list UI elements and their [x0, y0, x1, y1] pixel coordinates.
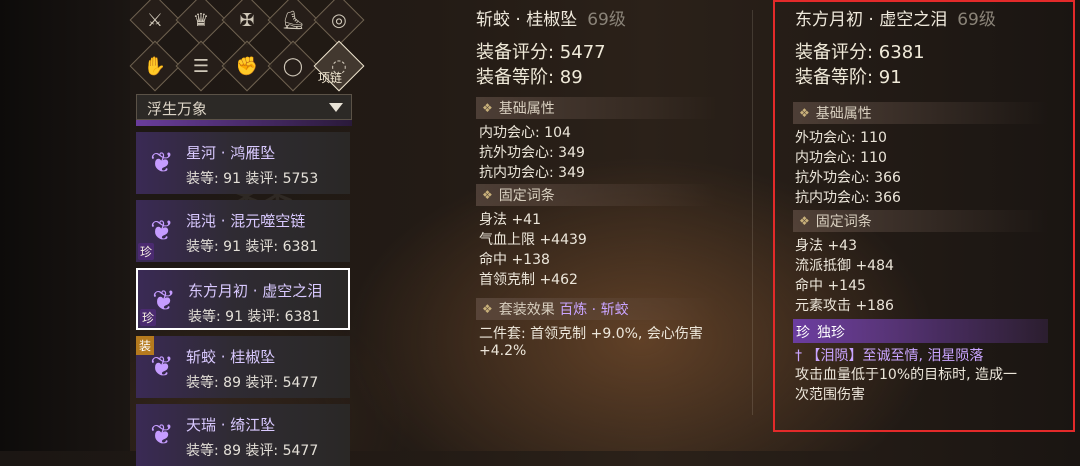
fixed-attr-header: ❖ 固定词条 [793, 210, 1048, 232]
equip-slot[interactable]: ♛ [175, 0, 227, 46]
middle-item-title: 斩蛟 · 桂椒坠 69级 [476, 5, 626, 30]
section-label: 固定词条 [815, 214, 872, 230]
fixed-stat: 身法 +41 [479, 212, 541, 228]
equip-slot[interactable]: ☰ [175, 40, 227, 92]
equip-score: 装备评分: 6381 [795, 42, 925, 63]
rare-badge: 珍 [796, 325, 810, 341]
dagger-icon: † [795, 348, 807, 364]
diamond-icon: ❖ [799, 106, 810, 120]
item-name: 东方月初 · 虚空之泪 [188, 282, 323, 300]
fixed-stat: 气血上限 +4439 [479, 232, 587, 248]
fixed-stat: 命中 +138 [479, 252, 550, 268]
item-name: 东方月初 · 虚空之泪 [795, 10, 948, 30]
base-stat: 内功会心: 104 [479, 125, 571, 141]
fixed-stat: 元素攻击 +186 [795, 298, 894, 314]
item-name: 斩蛟 · 桂椒坠 [186, 348, 276, 366]
item-name: 混沌 · 混元噬空链 [186, 212, 306, 230]
list-item[interactable]: ❦ 斩蛟 · 桂椒坠 装等: 89 装评: 5477 装 [136, 336, 350, 398]
unique-desc-line: 次范围伤害 [795, 387, 865, 403]
unique-effect-name: 【泪陨】至诚至情, 泪星陨落 [806, 348, 984, 364]
rare-badge: 珍 [138, 243, 155, 260]
equip-slot[interactable]: ◯ [267, 40, 319, 92]
item-name: 天瑞 · 绮江坠 [186, 416, 276, 434]
equipped-badge: 装 [136, 336, 155, 355]
active-slot-label: 项链 [318, 71, 343, 85]
item-stats: 装等: 91 装评: 6381 [186, 239, 319, 255]
unique-header: 珍 独珍 [793, 319, 1048, 343]
hat-icon: ♛ [192, 9, 210, 31]
base-stat: 抗内功会心: 349 [479, 165, 585, 181]
set-desc-line: 二件套: 首领克制 +9.0%, 会心伤害 [479, 326, 703, 342]
section-label: 套装效果 [498, 302, 555, 318]
base-stat: 抗内功会心: 366 [795, 190, 901, 206]
necklace-icon: ❦ [150, 417, 174, 451]
equip-slot[interactable]: ✊ [221, 40, 273, 92]
dropdown-value: 浮生万象 [147, 100, 208, 118]
right-item-title: 东方月初 · 虚空之泪 69级 [795, 5, 996, 30]
item-name: 斩蛟 · 桂椒坠 [476, 10, 578, 30]
left-backdrop [0, 0, 130, 451]
equip-score: 装备评分: 5477 [476, 42, 606, 63]
ring-icon: ◎ [331, 9, 347, 31]
item-level: 69级 [957, 10, 996, 30]
equip-slot[interactable]: ◎ [313, 0, 365, 46]
bracelet-icon: ◯ [282, 55, 304, 77]
item-stats: 装等: 91 装评: 6381 [188, 309, 321, 325]
diamond-icon: ❖ [482, 101, 493, 115]
equip-slot[interactable]: ✠ [221, 0, 273, 46]
armor-icon: ✠ [239, 9, 255, 31]
set-effect-header: ❖ 套装效果 百炼 · 斩蛟 [476, 298, 716, 320]
fixed-stat: 命中 +145 [795, 278, 866, 294]
equip-rank: 装备等阶: 89 [476, 67, 583, 88]
necklace-icon: ❦ [150, 145, 174, 179]
base-stat: 抗外功会心: 349 [479, 145, 585, 161]
section-label: 基础属性 [498, 101, 555, 117]
sword-icon: ⚔ [146, 9, 164, 31]
equip-slot[interactable]: ⚔ [129, 0, 181, 46]
list-item[interactable]: ❦ 星河 · 鸿雁坠装等: 91 装评: 5753 [136, 132, 350, 194]
list-item[interactable]: ❦ 混沌 · 混元噬空链 装等: 91 装评: 6381 珍 [136, 200, 350, 262]
unique-effect-title: † 【泪陨】至诚至情, 泪星陨落 [795, 345, 983, 365]
list-item[interactable]: ❦ 东方月初 · 虚空之泪 装等: 91 装评: 6381 珍 [136, 268, 350, 330]
boots-icon: ⛸ [281, 9, 305, 31]
panel-divider [752, 10, 753, 415]
list-item[interactable]: ❦ 天瑞 · 绮江坠装等: 89 装评: 5477 [136, 404, 350, 466]
base-stat: 抗外功会心: 366 [795, 170, 901, 186]
glove-icon: ✊ [235, 55, 259, 77]
base-attr-header: ❖ 基础属性 [476, 97, 716, 119]
rare-badge: 珍 [140, 309, 157, 326]
set-name: 百炼 · 斩蛟 [559, 302, 629, 318]
unique-desc-line: 攻击血量低于10%的目标时, 造成一 [795, 367, 1018, 383]
section-label: 基础属性 [815, 106, 872, 122]
diamond-icon: ❖ [482, 188, 493, 202]
set-filter-dropdown[interactable]: 浮生万象 [136, 94, 352, 120]
set-desc-line: +4.2% [479, 343, 527, 359]
fixed-stat: 首领克制 +462 [479, 272, 578, 288]
belt-icon: ☰ [192, 55, 210, 77]
fixed-attr-header: ❖ 固定词条 [476, 184, 716, 206]
item-level: 69级 [587, 10, 626, 30]
fixed-stat: 流派抵御 +484 [795, 258, 894, 274]
diamond-icon: ❖ [799, 214, 810, 228]
item-stats: 装等: 89 装评: 5477 [186, 443, 319, 459]
diamond-icon: ❖ [482, 302, 493, 316]
equip-slot[interactable]: ⛸ [267, 0, 319, 46]
item-stats: 装等: 91 装评: 5753 [186, 171, 319, 187]
equip-slot[interactable]: ✋ [129, 40, 181, 92]
section-label: 固定词条 [498, 188, 555, 204]
chevron-down-icon [329, 103, 343, 112]
list-header-strip [136, 120, 352, 126]
item-stats: 装等: 89 装评: 5477 [186, 375, 319, 391]
base-attr-header: ❖ 基础属性 [793, 102, 1048, 124]
section-label: 独珍 [817, 325, 845, 341]
base-stat: 内功会心: 110 [795, 150, 887, 166]
item-name: 星河 · 鸿雁坠 [186, 144, 276, 162]
fixed-stat: 身法 +43 [795, 238, 857, 254]
bracer-icon: ✋ [143, 55, 167, 77]
equip-rank: 装备等阶: 91 [795, 67, 902, 88]
base-stat: 外功会心: 110 [795, 130, 887, 146]
